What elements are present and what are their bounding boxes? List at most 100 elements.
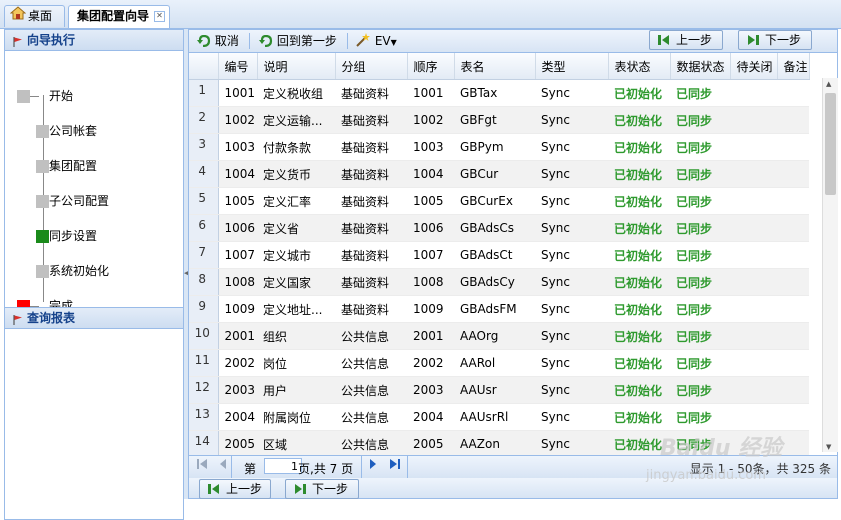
table-cell: 附属岗位 xyxy=(257,403,335,431)
query-report-title: 查询报表 xyxy=(27,311,76,325)
table-cell: GBPym xyxy=(454,133,535,161)
table-row[interactable]: 3 1003 付款条款 基础资料 1003 GBPym Sync 已初始化 已同步 xyxy=(189,133,810,161)
table-row[interactable]: 6 1006 定义省 基础资料 1006 GBAdsCs Sync 已初始化 已同步 xyxy=(189,214,810,242)
col-header[interactable]: 表状态 xyxy=(608,53,671,80)
table-cell: Sync xyxy=(535,349,608,377)
table-cell: 1007 xyxy=(407,241,454,269)
table-cell: 已初始化 xyxy=(608,214,670,242)
table-cell xyxy=(777,295,810,323)
table-row[interactable]: 5 1005 定义汇率 基础资料 1005 GBCurEx Sync 已初始化 已同步 xyxy=(189,187,810,215)
last-page-icon[interactable] xyxy=(389,458,400,473)
col-header[interactable]: 顺序 xyxy=(407,53,455,80)
table-cell: 基础资料 xyxy=(335,241,407,269)
col-header[interactable]: 说明 xyxy=(257,53,336,80)
cancel-button[interactable]: 取消 xyxy=(197,32,239,50)
table-cell: Sync xyxy=(535,79,608,107)
table-cell xyxy=(730,349,777,377)
table-row[interactable]: 12 2003 用户 公共信息 2003 AAUsr Sync 已初始化 已同步 xyxy=(189,376,810,404)
first-page-icon[interactable] xyxy=(197,458,208,473)
scroll-up-icon[interactable]: ▲ xyxy=(826,80,831,88)
table-cell: 已初始化 xyxy=(608,403,670,431)
table-cell: 公共信息 xyxy=(335,403,407,431)
step-subsidiary-config-marker xyxy=(36,195,49,208)
col-header[interactable]: 备注 xyxy=(777,53,810,80)
table-cell xyxy=(777,214,810,242)
table-cell: 已初始化 xyxy=(608,133,670,161)
undo-icon xyxy=(197,34,211,48)
step-company-account[interactable]: 公司帐套 xyxy=(49,121,97,141)
table-cell: GBAdsFM xyxy=(454,295,535,323)
left-panel: 向导执行 开始 公司帐套 集团配置 子公司配置 同步设置 系统初始化 完成 查询… xyxy=(4,29,184,520)
bottom-prev-step-button[interactable]: 上一步 xyxy=(199,479,271,499)
table-cell: 1002 xyxy=(218,106,257,134)
table-cell: GBFgt xyxy=(454,106,535,134)
table-cell xyxy=(777,133,810,161)
col-header[interactable]: 编号 xyxy=(218,53,258,80)
table-row[interactable]: 13 2004 附属岗位 公共信息 2004 AAUsrRl Sync 已初始化 已同步 xyxy=(189,403,810,431)
table-cell: 公共信息 xyxy=(335,376,407,404)
step-group-config[interactable]: 集团配置 xyxy=(49,156,97,176)
scroll-thumb[interactable] xyxy=(825,93,836,195)
table-row[interactable]: 1 1001 定义税收组 基础资料 1001 GBTax Sync 已初始化 已同步 xyxy=(189,79,810,107)
table-cell xyxy=(777,79,810,107)
table-cell: Sync xyxy=(535,322,608,350)
scroll-down-icon[interactable]: ▼ xyxy=(826,443,831,451)
tab-desktop[interactable]: 桌面 xyxy=(4,5,65,27)
table-cell: Sync xyxy=(535,214,608,242)
step-sync-settings[interactable]: 同步设置 xyxy=(49,226,97,246)
step-company-account-marker xyxy=(36,125,49,138)
next-step-button[interactable]: 下一步 xyxy=(738,30,812,50)
table-cell: 1002 xyxy=(407,106,454,134)
query-report-header[interactable]: 查询报表 xyxy=(4,307,184,329)
table-cell: 组织 xyxy=(257,322,335,350)
ev-dropdown-button[interactable]: EV▼ xyxy=(355,32,397,50)
page-number-input[interactable] xyxy=(264,458,302,474)
table-cell: 2001 xyxy=(218,322,257,350)
step-system-init[interactable]: 系统初始化 xyxy=(49,261,109,281)
table-cell: 2005 xyxy=(407,430,454,458)
step-start[interactable]: 开始 xyxy=(49,86,73,106)
table-row[interactable]: 7 1007 定义城市 基础资料 1007 GBAdsCt Sync 已初始化 已同步 xyxy=(189,241,810,269)
table-row[interactable]: 8 1008 定义国家 基础资料 1008 GBAdsCy Sync 已初始化 已同步 xyxy=(189,268,810,296)
bottom-next-step-button[interactable]: 下一步 xyxy=(285,479,359,499)
back-to-first-step-button[interactable]: 回到第一步 xyxy=(259,32,337,50)
col-header[interactable]: 表名 xyxy=(454,53,536,80)
table-cell: GBCurEx xyxy=(454,187,535,215)
wizard-exec-title: 向导执行 xyxy=(27,33,76,47)
wand-icon xyxy=(356,33,370,47)
row-number: 2 xyxy=(189,106,219,134)
table-row[interactable]: 9 1009 定义地址... 基础资料 1009 GBAdsFM Sync 已初始化 已同步 xyxy=(189,295,810,323)
table-row[interactable]: 4 1004 定义货币 基础资料 1004 GBCur Sync 已初始化 已同步 xyxy=(189,160,810,188)
table-cell: Sync xyxy=(535,430,608,458)
col-header[interactable]: 待关闭 xyxy=(730,53,778,80)
table-cell: 定义税收组 xyxy=(257,79,335,107)
vertical-scrollbar[interactable]: ▲ ▼ xyxy=(822,78,838,452)
table-cell: 1001 xyxy=(407,79,454,107)
close-icon[interactable]: ✕ xyxy=(154,11,165,22)
col-header[interactable]: 分组 xyxy=(335,53,408,80)
table-cell: 已同步 xyxy=(670,79,730,107)
table-cell: Sync xyxy=(535,268,608,296)
tab-group-config-wizard[interactable]: 集团配置向导 ✕ xyxy=(68,5,170,28)
table-cell: 已初始化 xyxy=(608,160,670,188)
table-cell: 1005 xyxy=(218,187,257,215)
table-cell: 用户 xyxy=(257,376,335,404)
next-page-icon[interactable] xyxy=(369,458,377,473)
page-total-label: 页,共 7 页 xyxy=(298,462,354,476)
table-cell: 已同步 xyxy=(670,187,730,215)
table-cell: 2005 xyxy=(218,430,257,458)
table-row[interactable]: 11 2002 岗位 公共信息 2002 AARol Sync 已初始化 已同步 xyxy=(189,349,810,377)
table-row[interactable]: 10 2001 组织 公共信息 2001 AAOrg Sync 已初始化 已同步 xyxy=(189,322,810,350)
table-cell: 2001 xyxy=(407,322,454,350)
table-cell: 1003 xyxy=(407,133,454,161)
page-label: 第 xyxy=(244,462,257,476)
col-header[interactable]: 类型 xyxy=(535,53,609,80)
table-cell: 1001 xyxy=(218,79,257,107)
table-cell: 定义货币 xyxy=(257,160,335,188)
table-row[interactable]: 2 1002 定义运输... 基础资料 1002 GBFgt Sync 已初始化 已同步 xyxy=(189,106,810,134)
col-header[interactable]: 数据状态 xyxy=(670,53,731,80)
prev-page-icon[interactable] xyxy=(219,458,227,473)
wizard-exec-header[interactable]: 向导执行 xyxy=(4,29,184,51)
prev-step-button[interactable]: 上一步 xyxy=(649,30,723,50)
step-subsidiary-config[interactable]: 子公司配置 xyxy=(49,191,109,211)
